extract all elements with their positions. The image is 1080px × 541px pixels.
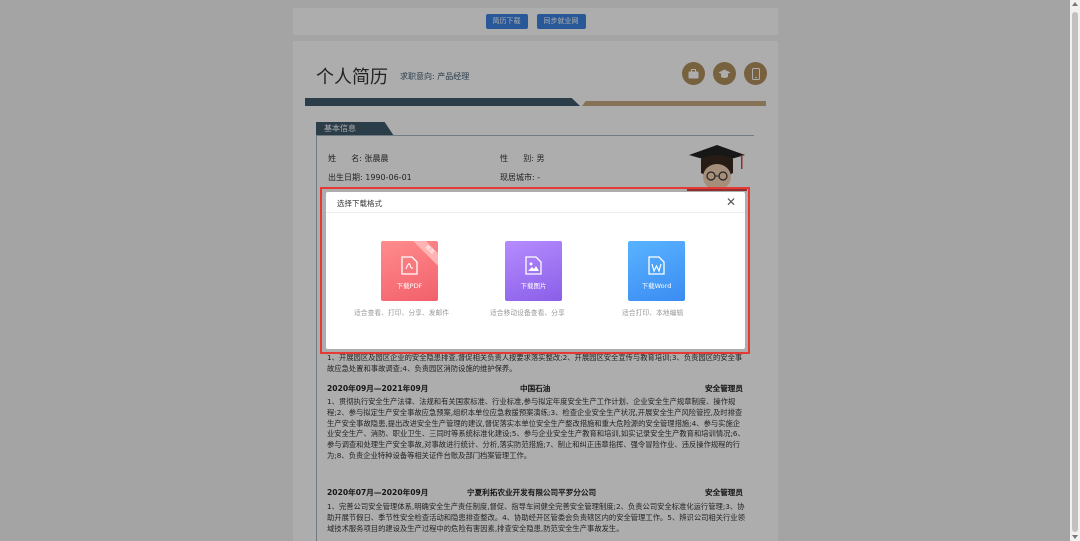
scroll-thumb[interactable] bbox=[1072, 12, 1078, 532]
download-pdf-button[interactable]: 推荐 下载PDF bbox=[381, 241, 438, 301]
image-file-icon bbox=[525, 256, 542, 275]
scroll-down-arrow-icon[interactable] bbox=[1072, 535, 1078, 539]
page-scrollbar[interactable] bbox=[1070, 0, 1080, 541]
download-format-dialog: 选择下载格式 ✕ 推荐 下载PDF 适合查看、打印、分享、发邮件 下载图片 适合… bbox=[326, 192, 745, 349]
pdf-file-icon bbox=[401, 256, 418, 275]
pdf-description: 适合查看、打印、分享、发邮件 bbox=[354, 309, 450, 317]
download-pdf-label: 下载PDF bbox=[396, 282, 423, 290]
download-word-label: 下载Word bbox=[641, 282, 672, 290]
close-icon[interactable]: ✕ bbox=[726, 195, 736, 209]
download-word-button[interactable]: 下载Word bbox=[628, 241, 685, 301]
scroll-up-arrow-icon[interactable] bbox=[1072, 2, 1078, 6]
image-description: 适合移动设备查看、分享 bbox=[490, 309, 565, 317]
word-file-icon bbox=[648, 256, 665, 275]
word-description: 适合打印、本地编辑 bbox=[622, 309, 684, 317]
download-image-label: 下载图片 bbox=[520, 282, 547, 290]
dialog-header: 选择下载格式 ✕ bbox=[326, 192, 745, 213]
download-image-button[interactable]: 下载图片 bbox=[505, 241, 562, 301]
dialog-title: 选择下载格式 bbox=[337, 199, 382, 208]
